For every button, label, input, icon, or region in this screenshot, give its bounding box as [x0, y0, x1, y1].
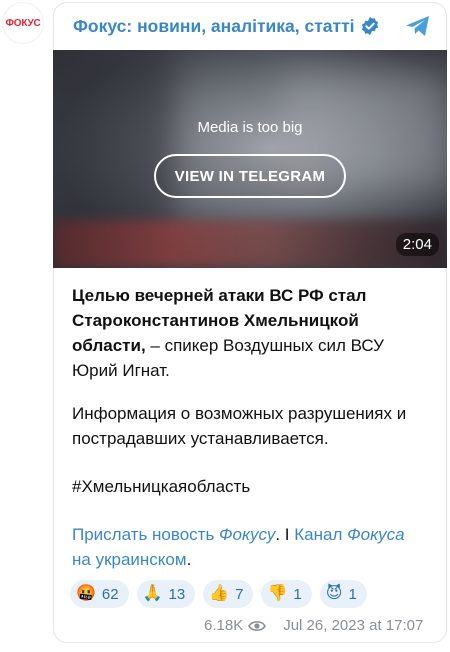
link-text: на украинском [72, 550, 187, 569]
reaction-count: 62 [101, 585, 119, 603]
link-text: Фокуса [347, 525, 405, 544]
reaction-count: 1 [348, 585, 357, 603]
link-separator: . I [275, 525, 295, 544]
avatar[interactable]: ФОКУС [2, 2, 44, 44]
reactions-bar: 🤬 62 🙏 13 👍 7 👎 1 😈 1 [70, 580, 367, 608]
reaction-count: 1 [293, 585, 302, 603]
link-text: Фокусу [219, 525, 276, 544]
link-text: Канал [294, 525, 348, 544]
post-paragraph: Целью вечерней атаки ВС РФ стал Старокон… [72, 283, 422, 383]
reaction-button[interactable]: 👎 1 [261, 580, 312, 608]
reaction-emoji: 👍 [209, 585, 230, 602]
verified-icon [361, 16, 379, 36]
reaction-button[interactable]: 🤬 62 [70, 580, 129, 608]
reaction-emoji: 👎 [267, 585, 288, 602]
eye-icon [248, 620, 267, 631]
hashtag-link[interactable]: #Хмельницкаяобласть [72, 474, 422, 499]
avatar-label: ФОКУС [5, 17, 41, 29]
reaction-button[interactable]: 🙏 13 [136, 580, 196, 608]
view-in-telegram-button[interactable]: VIEW IN TELEGRAM [154, 154, 346, 198]
post-date[interactable]: Jul 26, 2023 at 17:07 [283, 617, 423, 634]
video-duration: 2:04 [395, 233, 439, 256]
reaction-emoji: 😈 [325, 585, 343, 602]
reaction-count: 13 [168, 585, 186, 603]
reaction-emoji: 🤬 [76, 585, 96, 602]
post-end: . [186, 550, 192, 569]
view-count: 6.18K [204, 617, 244, 634]
reaction-emoji: 🙏 [142, 585, 163, 602]
link-text: Прислать новость [72, 525, 220, 544]
media-note: Media is too big [197, 119, 303, 136]
send-news-link[interactable]: Прислать новость Фокусу [72, 525, 275, 544]
reaction-button[interactable]: 😈 1 [319, 580, 367, 608]
telegram-icon[interactable] [404, 12, 432, 40]
reaction-button[interactable]: 👍 7 [203, 580, 254, 608]
post-links: Прислать новость Фокусу. I Канал Фокуса … [72, 522, 422, 572]
reaction-count: 7 [235, 585, 244, 603]
message-meta: 6.18K Jul 26, 2023 at 17:07 [204, 617, 423, 634]
media-blur [53, 220, 447, 268]
post-paragraph: Информация о возможных разрушениях и пос… [72, 404, 407, 448]
media-preview[interactable]: Media is too big VIEW IN TELEGRAM 2:04 [53, 50, 447, 268]
channel-title[interactable]: Фокус: новини, аналітика, статті [73, 16, 355, 37]
